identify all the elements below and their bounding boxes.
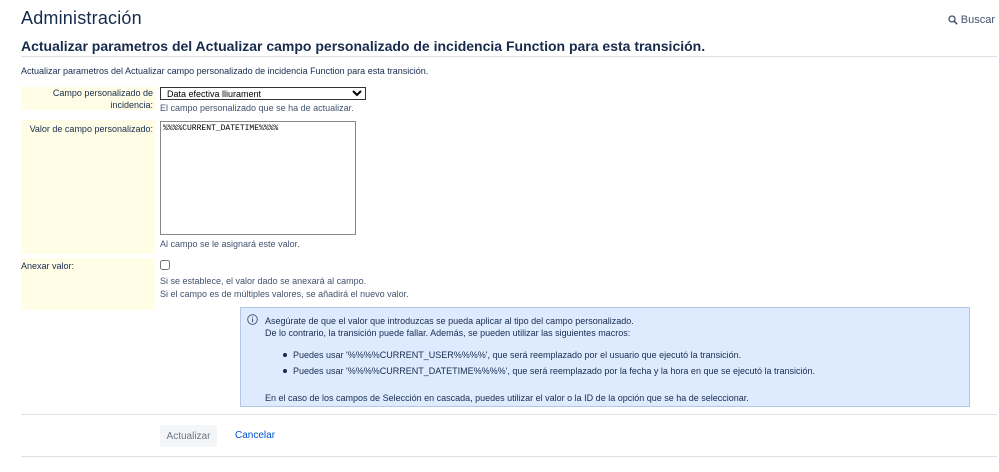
field-label: Campo personalizado de incidencia: — [52, 88, 153, 110]
app-title: Administración — [21, 8, 142, 28]
info-icon — [247, 314, 258, 325]
cancel-link[interactable]: Cancelar — [235, 430, 275, 441]
label-cell-value — [21, 120, 155, 254]
value-textarea[interactable]: %%%%CURRENT_DATETIME%%%% — [160, 121, 356, 235]
info-footer: En el caso de los campos de Selección en… — [265, 393, 749, 403]
search-icon — [948, 15, 958, 25]
page-description: Actualizar parametros del Actualizar cam… — [21, 66, 429, 76]
page-title: Actualizar parametros del Actualizar cam… — [21, 38, 706, 54]
macro-list: Puedes usar '%%%%CURRENT_USER%%%%', que … — [281, 349, 815, 381]
append-label: Anexar valor: — [21, 261, 75, 271]
page-header: Administración Buscar — [20, 6, 995, 32]
actions-divider-bottom — [21, 456, 997, 457]
info-line-1: Asegúrate de que el valor que introduzca… — [265, 316, 634, 326]
title-divider — [21, 56, 997, 57]
search-label: Buscar — [960, 14, 995, 26]
custom-field-select[interactable]: Data efectiva lliurament — [160, 87, 366, 100]
search-link[interactable]: Buscar — [948, 14, 995, 26]
update-button[interactable]: Actualizar — [160, 425, 217, 447]
info-line-2: De lo contrario, la transición puede fal… — [265, 328, 631, 338]
actions-divider-top — [21, 414, 997, 415]
macro-item: Puedes usar '%%%%CURRENT_USER%%%%', que … — [281, 349, 815, 365]
field-help: El campo personalizado que se ha de actu… — [160, 103, 354, 113]
append-help-1: Si se establece, el valor dado se anexar… — [160, 276, 367, 286]
append-help-2: Si el campo es de múltiples valores, se … — [160, 289, 409, 299]
macro-item: Puedes usar '%%%%CURRENT_DATETIME%%%%', … — [281, 365, 815, 381]
value-label: Valor de campo personalizado: — [29, 124, 153, 134]
append-checkbox[interactable] — [160, 260, 170, 270]
info-panel: Asegúrate de que el valor que introduzca… — [240, 307, 970, 407]
value-help: Al campo se le asignará este valor. — [160, 239, 300, 249]
